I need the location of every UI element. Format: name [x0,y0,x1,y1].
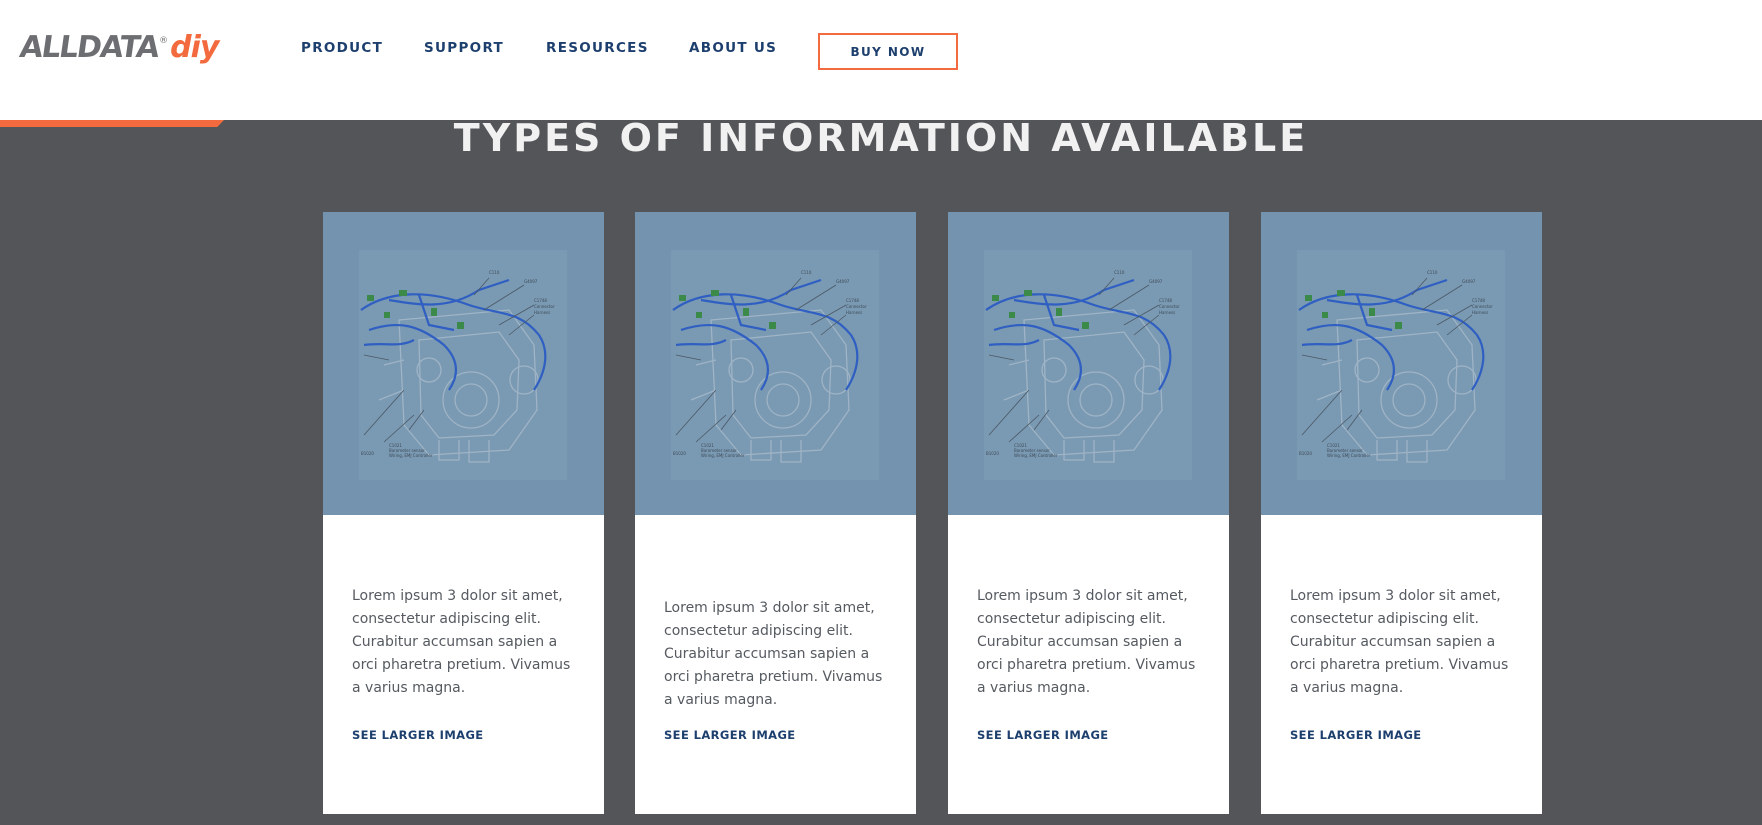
engine-diagram-image[interactable] [1261,212,1542,515]
see-larger-image-link[interactable]: SEE LARGER IMAGE [664,728,796,742]
nav-item-resources[interactable]: RESOURCES [546,40,649,56]
section-title: TYPES OF INFORMATION AVAILABLE [453,116,1309,160]
nav-item-support[interactable]: SUPPORT [424,40,504,56]
engine-diagram-image[interactable] [635,212,916,515]
engine-diagram-icon [359,250,567,480]
card-description: Lorem ipsum 3 dolor sit amet, consectetu… [1290,588,1509,696]
info-card: Lorem ipsum 3 dolor sit amet, consectetu… [948,212,1229,814]
info-card: Lorem ipsum 3 dolor sit amet, consectetu… [635,212,916,814]
info-card: Lorem ipsum 3 dolor sit amet, consectetu… [1261,212,1542,814]
buy-now-button[interactable]: BUY NOW [818,33,958,70]
card-description: Lorem ipsum 3 dolor sit amet, consectetu… [664,600,883,708]
card-description: Lorem ipsum 3 dolor sit amet, consectetu… [352,588,571,696]
logo-registered-mark: ® [159,36,169,46]
engine-diagram-icon [1297,250,1505,480]
engine-diagram-image[interactable] [323,212,604,515]
engine-diagram-image[interactable] [948,212,1229,515]
see-larger-image-link[interactable]: SEE LARGER IMAGE [1290,728,1422,742]
site-header: ALLDATA ® diy PRODUCT SUPPORT RESOURCES … [0,0,1762,120]
alldata-diy-logo[interactable]: ALLDATA ® diy [17,30,220,66]
info-card: Lorem ipsum 3 dolor sit amet, consectetu… [323,212,604,814]
card-description: Lorem ipsum 3 dolor sit amet, consectetu… [977,588,1196,696]
logo-diy: diy [170,30,219,65]
nav-item-product[interactable]: PRODUCT [301,40,383,56]
see-larger-image-link[interactable]: SEE LARGER IMAGE [352,728,484,742]
logo-wordmark: ALLDATA [17,30,161,65]
see-larger-image-link[interactable]: SEE LARGER IMAGE [977,728,1109,742]
nav-item-about-us[interactable]: ABOUT US [689,40,777,56]
engine-diagram-icon [671,250,879,480]
engine-diagram-icon [984,250,1192,480]
